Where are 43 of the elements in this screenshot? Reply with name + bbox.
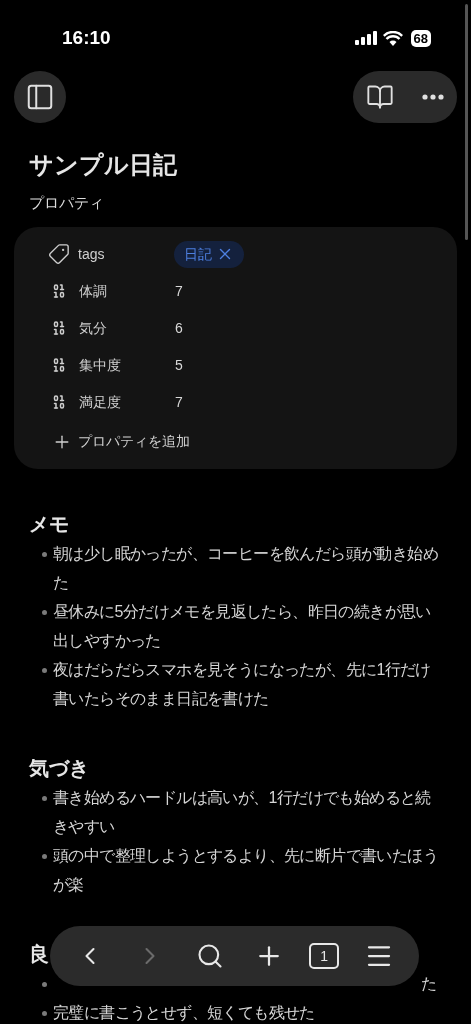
list-item-text: 頭の中で整理しようとするより、先に断片で書いたほうが楽 [53,845,439,895]
search-icon [195,942,224,970]
wifi-icon [382,30,403,46]
page-title: サンプル日記 [29,150,178,180]
tag-chip[interactable]: 日記 [174,240,244,268]
tab-count-button[interactable]: 1 [309,943,340,969]
section-heading: メモ [29,511,69,537]
signal-icon [354,31,377,45]
tag-icon [48,243,70,265]
properties-heading: プロパティ [29,193,105,213]
property-value: 6 [175,318,183,338]
property-name: tags [78,244,106,264]
bullet-icon [42,981,47,987]
property-name: 満足度 [79,392,122,412]
bullet-icon [42,1010,47,1016]
add-property-button[interactable]: プロパティを追加 [52,426,190,457]
reading-view-button[interactable] [366,83,394,111]
status-time: 16:10 [62,25,111,50]
section-heading: 良 [29,941,49,967]
bullet-icon [42,795,47,801]
book-icon [366,83,394,111]
bullet-icon [42,853,47,859]
list-item-text: た [420,973,436,994]
sidebar-button[interactable] [14,71,66,123]
list-item-text: 書き始めるハードルは高いが、1行だけでも始めると続きやすい [53,787,432,837]
bullet-icon [42,667,47,673]
property-name: 体調 [79,281,108,301]
property-name: 気分 [79,318,108,338]
bullet-icon [42,609,47,615]
list-item-text: 夜はだらだらスマホを見そうになったが、先に1行だけ書いたらそのまま日記を書けた [53,659,432,709]
property-value: 7 [175,392,183,412]
property-value: 7 [175,281,183,301]
list-item-text: 昼休みに5分だけメモを見返したら、昨日の続きが思い出しやすかった [53,601,432,651]
sidebar-icon [25,82,55,112]
list-item-text: 朝は少し眠かったが、コーヒーを飲んだら頭が動き始めた [53,543,439,593]
property-value: 5 [175,355,183,375]
section-heading: 気づき [29,755,89,781]
more-button[interactable] [422,94,444,100]
property-name: 集中度 [79,355,122,375]
more-icon [422,94,444,100]
list-item-text: 完璧に書こうとせず、短くても残せた [53,1002,316,1023]
bullet-icon [42,551,47,557]
battery-indicator: 68 [410,29,431,47]
